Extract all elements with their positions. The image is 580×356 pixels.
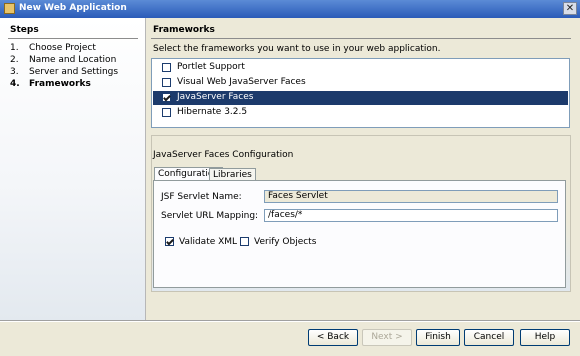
cancel-button[interactable]: Cancel — [464, 329, 514, 346]
url-mapping-field[interactable]: /faces/* — [264, 209, 558, 222]
framework-item-hibernate[interactable]: Hibernate 3.2.5 — [153, 106, 568, 120]
close-button[interactable]: ✕ — [563, 2, 577, 15]
framework-checkbox[interactable] — [162, 63, 171, 72]
url-mapping-label: Servlet URL Mapping: — [161, 211, 259, 221]
window-title: New Web Application — [19, 3, 127, 13]
framework-checkbox[interactable] — [162, 93, 171, 102]
framework-checkbox[interactable] — [162, 108, 171, 117]
steps-divider — [8, 38, 138, 39]
tab-content: JSF Servlet Name: Faces Servlet Servlet … — [153, 180, 566, 288]
servlet-name-field: Faces Servlet — [264, 190, 558, 203]
steps-panel: Steps 1. Choose Project 2. Name and Loca… — [0, 18, 146, 320]
validate-xml-check[interactable] — [165, 237, 174, 246]
servlet-name-label: JSF Servlet Name: — [161, 192, 242, 202]
title-bar: New Web Application ✕ — [0, 0, 580, 18]
java-web-app-icon — [4, 3, 15, 14]
finish-button[interactable]: Finish — [416, 329, 460, 346]
frameworks-description: Select the frameworks you want to use in… — [153, 44, 441, 54]
verify-objects-check[interactable] — [240, 237, 249, 246]
steps-title: Steps — [10, 25, 39, 35]
configuration-title: JavaServer Faces Configuration — [153, 150, 294, 160]
next-button[interactable]: Next > — [362, 329, 412, 346]
frameworks-divider — [151, 38, 571, 39]
back-button[interactable]: < Back — [308, 329, 358, 346]
framework-item-portlet-support[interactable]: Portlet Support — [153, 61, 568, 75]
framework-item-javaserver-faces[interactable]: JavaServer Faces — [153, 91, 568, 105]
frameworks-list: Portlet Support Visual Web JavaServer Fa… — [151, 58, 570, 128]
frameworks-title: Frameworks — [153, 25, 215, 35]
framework-checkbox[interactable] — [162, 78, 171, 87]
help-button[interactable]: Help — [520, 329, 570, 346]
framework-item-visual-web-jsf[interactable]: Visual Web JavaServer Faces — [153, 76, 568, 90]
